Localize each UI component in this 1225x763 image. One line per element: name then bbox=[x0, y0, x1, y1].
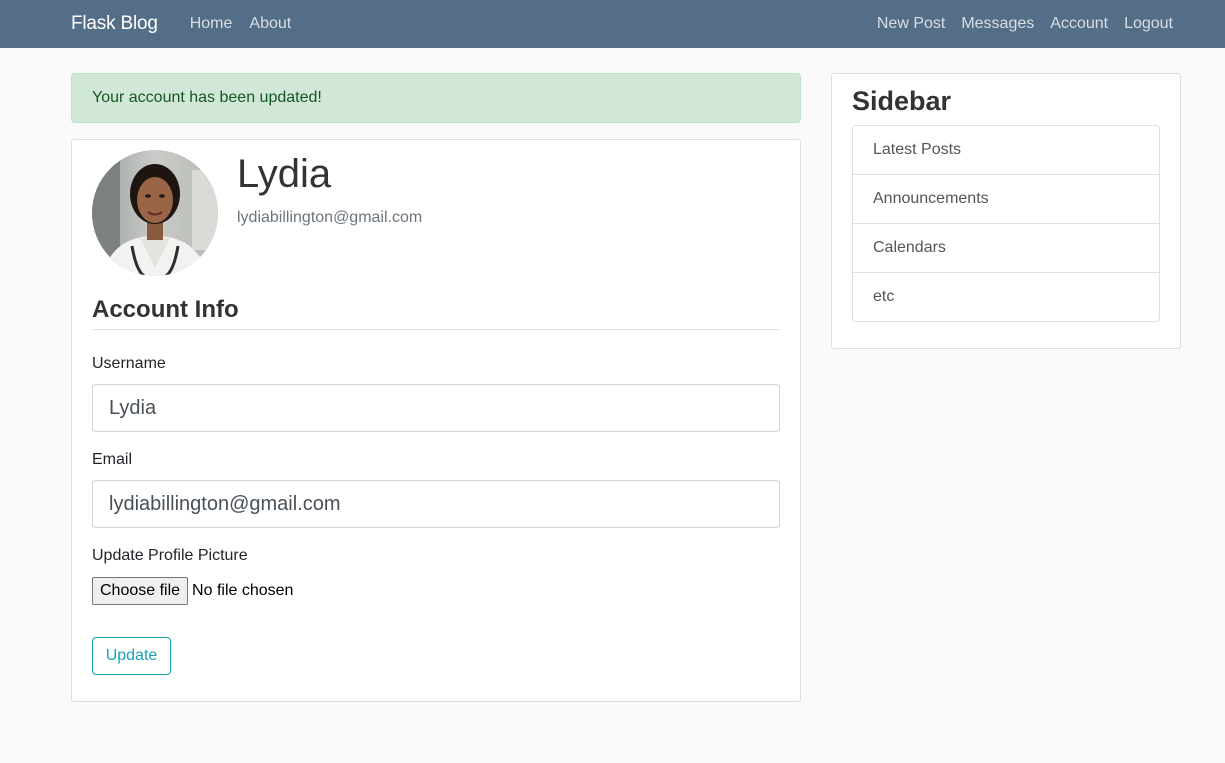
profile-email: lydiabillington@gmail.com bbox=[237, 209, 423, 226]
sidebar-item-etc[interactable]: etc bbox=[853, 273, 1159, 321]
file-upload-control: Choose file No file chosen bbox=[92, 577, 293, 605]
account-card: Lydia lydiabillington@gmail.com Account … bbox=[71, 139, 801, 702]
email-input[interactable] bbox=[92, 480, 780, 528]
nav-link-messages[interactable]: Messages bbox=[961, 15, 1034, 33]
profile-name: Lydia bbox=[237, 152, 332, 196]
account-info-heading: Account Info bbox=[92, 296, 780, 330]
file-status: No file chosen bbox=[192, 582, 294, 599]
username-label: Username bbox=[92, 355, 166, 372]
choose-file-button[interactable]: Choose file bbox=[92, 577, 189, 605]
sidebar-title: Sidebar bbox=[852, 86, 952, 116]
profile-avatar bbox=[92, 150, 218, 276]
success-alert: Your account has been updated! bbox=[71, 73, 801, 123]
sidebar: Sidebar Latest Posts Announcements Calen… bbox=[831, 73, 1181, 349]
sidebar-item-latest-posts[interactable]: Latest Posts bbox=[853, 126, 1159, 175]
navbar-right: New Post Messages Account Logout bbox=[877, 15, 1173, 33]
nav-link-new-post[interactable]: New Post bbox=[877, 15, 945, 33]
top-navbar: Flask Blog Home About New Post Messages … bbox=[0, 0, 1225, 48]
nav-link-about[interactable]: About bbox=[249, 15, 291, 33]
nav-link-account[interactable]: Account bbox=[1050, 15, 1108, 33]
sidebar-list: Latest Posts Announcements Calendars etc bbox=[852, 125, 1160, 322]
sidebar-item-announcements[interactable]: Announcements bbox=[853, 175, 1159, 224]
nav-link-logout[interactable]: Logout bbox=[1124, 15, 1173, 33]
navbar-container: Flask Blog Home About New Post Messages … bbox=[71, 0, 1173, 48]
navbar-left: Flask Blog Home About bbox=[71, 13, 308, 35]
email-label: Email bbox=[92, 451, 133, 468]
username-input[interactable] bbox=[92, 384, 780, 432]
profile-picture-label: Update Profile Picture bbox=[92, 547, 248, 564]
alert-message: Your account has been updated! bbox=[92, 89, 322, 106]
avatar-image bbox=[92, 150, 218, 276]
brand-link[interactable]: Flask Blog bbox=[71, 13, 158, 35]
update-button[interactable]: Update bbox=[92, 637, 171, 675]
sidebar-item-calendars[interactable]: Calendars bbox=[853, 224, 1159, 273]
nav-link-home[interactable]: Home bbox=[190, 15, 233, 33]
